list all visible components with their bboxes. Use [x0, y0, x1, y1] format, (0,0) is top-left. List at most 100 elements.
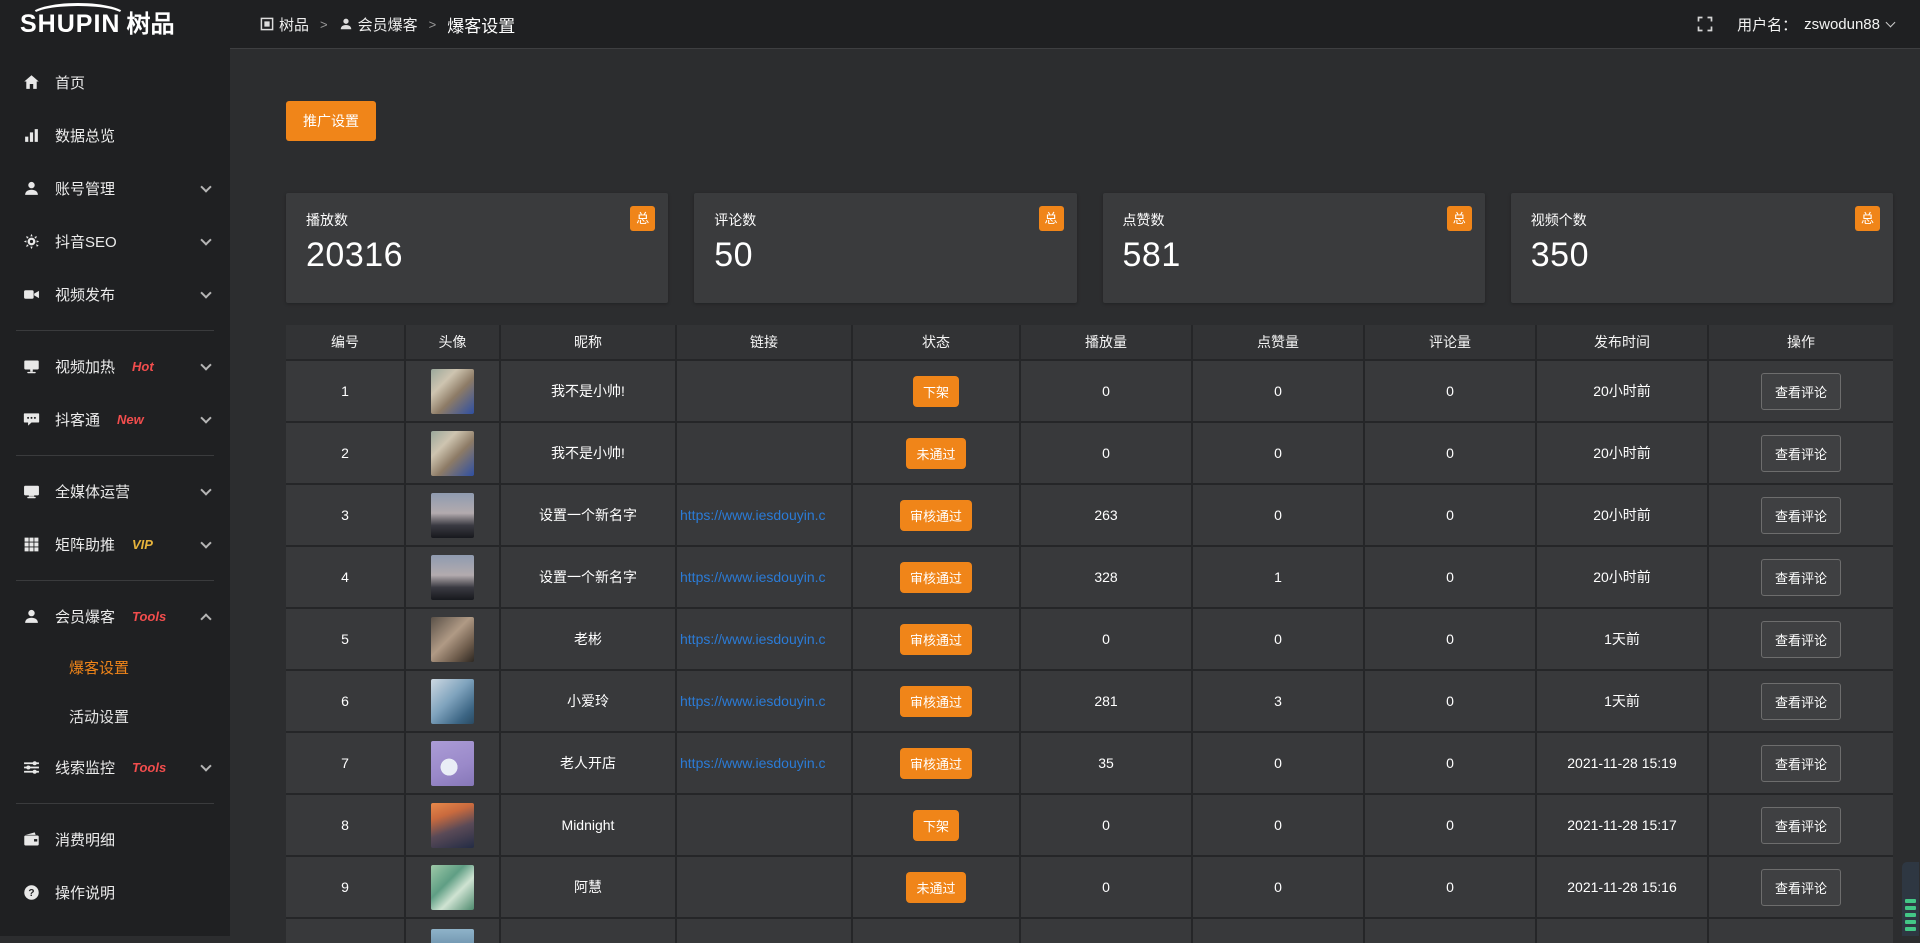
status-badge[interactable]: 未通过 [906, 872, 965, 903]
sidebar-divider [16, 455, 214, 456]
cell-time: 20小时前 [1537, 361, 1707, 421]
sidebar-item[interactable]: 会员爆客Tools [0, 590, 230, 643]
cell-like: 0 [1193, 361, 1363, 421]
floating-widget[interactable] [1902, 862, 1919, 936]
sidebar-item[interactable]: 线索监控Tools [0, 741, 230, 794]
breadcrumb-item[interactable]: 会员爆客 [339, 14, 418, 35]
sidebar-item[interactable]: 抖客通New [0, 393, 230, 446]
cell-time: 1天前 [1537, 671, 1707, 731]
fullscreen-icon[interactable] [1697, 16, 1713, 32]
cell-status: 审核通过 [853, 609, 1019, 669]
sidebar-item-label: 消费明细 [55, 829, 115, 850]
cell-avatar [406, 857, 499, 917]
cell-action: 查看评论 [1709, 857, 1893, 917]
cell-action: 查看评论 [1709, 733, 1893, 793]
status-badge[interactable]: 未通过 [906, 438, 965, 469]
sidebar-item[interactable]: 全媒体运营 [0, 465, 230, 518]
sidebar-item[interactable]: 首页 [0, 56, 230, 109]
username-label: 用户名： [1737, 14, 1797, 35]
status-badge[interactable]: 审核通过 [900, 686, 972, 717]
sidebar-item[interactable]: 账号管理 [0, 162, 230, 215]
view-comments-button[interactable]: 查看评论 [1761, 621, 1841, 658]
sidebar-item-label: 视频加热 [55, 356, 115, 377]
cell-action: 查看评论 [1709, 609, 1893, 669]
breadcrumb-item[interactable]: 树品 [260, 14, 309, 35]
view-comments-button[interactable]: 查看评论 [1761, 497, 1841, 534]
status-badge[interactable]: 审核通过 [900, 624, 972, 655]
view-comments-button[interactable]: 查看评论 [1761, 869, 1841, 906]
sidebar: 首页数据总览账号管理抖音SEO视频发布视频加热Hot抖客通New 全媒体运营矩阵助… [0, 48, 230, 936]
sidebar-item[interactable]: 视频加热Hot [0, 340, 230, 393]
cell-status: 审核通过 [853, 733, 1019, 793]
stat-card: 评论数50总 [694, 193, 1076, 303]
video-link[interactable]: https://www.iesdouyin.c [680, 755, 826, 771]
table-row-partial-cell [1021, 919, 1191, 943]
cell-link [677, 423, 851, 483]
avatar [431, 679, 474, 724]
view-comments-button[interactable]: 查看评论 [1761, 559, 1841, 596]
sidebar-item[interactable]: 视频发布 [0, 268, 230, 321]
total-badge: 总 [630, 206, 655, 231]
column-header: 操作 [1709, 325, 1893, 359]
view-comments-button[interactable]: 查看评论 [1761, 745, 1841, 782]
videos-table: 编号头像昵称链接状态播放量点赞量评论量发布时间操作1我不是小帅!下架00020小… [286, 325, 1893, 943]
sidebar-item[interactable]: 操作说明 [0, 866, 230, 919]
sidebar-item[interactable]: 矩阵助推VIP [0, 518, 230, 571]
stat-card: 视频个数350总 [1511, 193, 1893, 303]
view-comments-button[interactable]: 查看评论 [1761, 807, 1841, 844]
user-menu[interactable]: 用户名：zswodun88 [1737, 14, 1894, 35]
sidebar-item[interactable]: 抖音SEO [0, 215, 230, 268]
column-header: 发布时间 [1537, 325, 1707, 359]
breadcrumb-separator: > [429, 17, 437, 32]
sidebar-item-label: 全媒体运营 [55, 481, 130, 502]
stat-label: 播放数 [306, 210, 648, 230]
status-badge[interactable]: 审核通过 [900, 500, 972, 531]
video-link[interactable]: https://www.iesdouyin.c [680, 631, 826, 647]
status-badge[interactable]: 审核通过 [900, 562, 972, 593]
total-badge: 总 [1447, 206, 1472, 231]
bar-chart-icon [23, 127, 40, 144]
table-row-partial-cell [1193, 919, 1363, 943]
cell-play: 263 [1021, 485, 1191, 545]
video-link[interactable]: https://www.iesdouyin.c [680, 569, 826, 585]
sidebar-subitem[interactable]: 活动设置 [0, 692, 230, 741]
avatar [431, 865, 474, 910]
sidebar-item-label: 操作说明 [55, 882, 115, 903]
cell-comment: 0 [1365, 361, 1535, 421]
view-comments-button[interactable]: 查看评论 [1761, 435, 1841, 472]
column-header: 评论量 [1365, 325, 1535, 359]
cell-nickname: 阿慧 [501, 857, 675, 917]
cell-comment: 0 [1365, 609, 1535, 669]
stat-value: 581 [1123, 236, 1465, 275]
column-header: 状态 [853, 325, 1019, 359]
cell-number: 4 [286, 547, 404, 607]
status-badge[interactable]: 下架 [913, 376, 959, 407]
cell-avatar [406, 671, 499, 731]
view-comments-button[interactable]: 查看评论 [1761, 683, 1841, 720]
cell-number: 6 [286, 671, 404, 731]
cell-like: 0 [1193, 609, 1363, 669]
table-row-partial-cell [1365, 919, 1535, 943]
topbar-right: 用户名：zswodun88 [1697, 14, 1894, 35]
column-header: 昵称 [501, 325, 675, 359]
status-badge[interactable]: 下架 [913, 810, 959, 841]
sidebar-subitem[interactable]: 爆客设置 [0, 643, 230, 692]
cell-nickname: Midnight [501, 795, 675, 855]
cell-nickname: 设置一个新名字 [501, 485, 675, 545]
video-link[interactable]: https://www.iesdouyin.c [680, 507, 826, 523]
promo-settings-button[interactable]: 推广设置 [286, 101, 376, 141]
sidebar-item[interactable]: 消费明细 [0, 813, 230, 866]
breadcrumb-item[interactable]: 爆客设置 [447, 12, 515, 37]
cell-link: https://www.iesdouyin.c [677, 485, 851, 545]
cell-nickname: 我不是小帅! [501, 361, 675, 421]
main-content: 推广设置 播放数20316总评论数50总点赞数581总视频个数350总 编号头像… [230, 48, 1920, 936]
cell-number: 2 [286, 423, 404, 483]
cell-like: 0 [1193, 485, 1363, 545]
sidebar-item[interactable]: 数据总览 [0, 109, 230, 162]
cell-nickname: 老人开店 [501, 733, 675, 793]
video-link[interactable]: https://www.iesdouyin.c [680, 693, 826, 709]
view-comments-button[interactable]: 查看评论 [1761, 373, 1841, 410]
column-header: 点赞量 [1193, 325, 1363, 359]
cell-link: https://www.iesdouyin.c [677, 671, 851, 731]
status-badge[interactable]: 审核通过 [900, 748, 972, 779]
